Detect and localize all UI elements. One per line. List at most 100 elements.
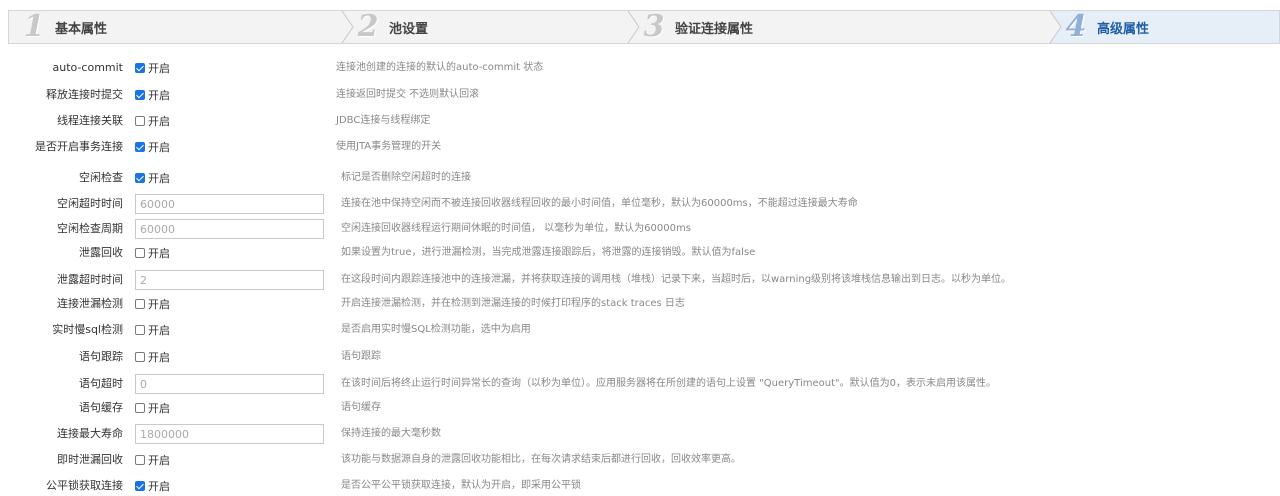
checkbox-control[interactable]: 开启 [135, 137, 170, 157]
field-label: 即时泄漏回收 [57, 453, 123, 466]
field-description: 是否启用实时慢SQL检测功能，选中为启用 [341, 324, 531, 335]
checkbox-unchecked-icon[interactable] [135, 455, 145, 465]
field-description: 标记是否删除空闲超时的连接 [341, 172, 471, 183]
checkbox-control[interactable]: 开启 [135, 294, 170, 314]
step-label: 高级属性 [1097, 21, 1150, 37]
step-advanced[interactable]: 4 高级属性 [1049, 11, 1279, 43]
field-description: 该功能与数据源自身的泄露回收功能相比，在每次请求结束后都进行回收，回收效率更高。 [341, 454, 741, 465]
form-row: auto-commit 开启 连接池创建的连接的默认的auto-commit 状态 [0, 58, 1280, 78]
field-description: 语句缓存 [341, 402, 381, 413]
step-number: 4 [1065, 9, 1087, 44]
step-divider-icon [1049, 11, 1062, 43]
field-description: 是否公平公平锁获取连接，默认为开启，即采用公平锁 [341, 480, 581, 491]
field-label: 公平锁获取连接 [46, 479, 123, 492]
value-input[interactable] [135, 374, 324, 394]
field-label: 实时慢sql检测 [52, 323, 123, 336]
form-row: 线程连接关联 开启 JDBC连接与线程绑定 [0, 111, 1280, 131]
input-control [135, 194, 324, 214]
step-pool[interactable]: 2 池设置 [355, 11, 627, 43]
value-input[interactable] [135, 194, 324, 214]
step-number: 2 [357, 9, 379, 44]
field-description: 如果设置为true，进行泄漏检测，当完成泄露连接跟踪后，将泄露的连接销毁。默认值… [341, 247, 756, 258]
checkbox-control[interactable]: 开启 [135, 58, 170, 78]
checkbox-label: 开启 [148, 62, 170, 75]
field-description: 连接返回时提交 不选则默认回滚 [336, 89, 480, 100]
checkbox-checked-icon[interactable] [135, 481, 145, 491]
value-input[interactable] [135, 219, 324, 239]
checkbox-control[interactable]: 开启 [135, 111, 170, 131]
form-row: 空闲检查周期 空闲连接回收器线程运行期间休眠的时间值， 以毫秒为单位，默认为600… [0, 219, 1280, 239]
field-description: 保持连接的最大毫秒数 [341, 428, 441, 439]
checkbox-checked-icon[interactable] [135, 173, 145, 183]
field-label: 是否开启事务连接 [35, 140, 123, 153]
field-description: JDBC连接与线程绑定 [336, 115, 431, 126]
form-row: 实时慢sql检测 开启 是否启用实时慢SQL检测功能，选中为启用 [0, 320, 1280, 340]
checkbox-unchecked-icon[interactable] [135, 352, 145, 362]
checkbox-control[interactable]: 开启 [135, 476, 170, 496]
form-row: 泄露超时时间 在这段时间内跟踪连接池中的连接泄漏，并将获取连接的调用栈（堆栈）记录… [0, 270, 1280, 290]
form-row: 空闲超时时间 连接在池中保持空闲而不被连接回收器线程回收的最小时间值，单位毫秒，默… [0, 194, 1280, 214]
form-row: 是否开启事务连接 开启 使用JTA事务管理的开关 [0, 137, 1280, 157]
field-description: 在这段时间内跟踪连接池中的连接泄漏，并将获取连接的调用栈（堆栈）记录下来，当超时… [341, 274, 1012, 285]
form-row: 泄露回收 开启 如果设置为true，进行泄漏检测，当完成泄露连接跟踪后，将泄露的连接… [0, 243, 1280, 263]
checkbox-label: 开启 [148, 298, 170, 311]
field-label: 线程连接关联 [57, 114, 123, 127]
checkbox-label: 开启 [148, 247, 170, 260]
form-row: 语句缓存 开启 语句缓存 [0, 398, 1280, 418]
checkbox-control[interactable]: 开启 [135, 243, 170, 263]
checkbox-checked-icon[interactable] [135, 142, 145, 152]
form-row: 公平锁获取连接 开启 是否公平公平锁获取连接，默认为开启，即采用公平锁 [0, 476, 1280, 496]
field-description: 使用JTA事务管理的开关 [336, 141, 442, 152]
step-basic[interactable]: 1 基本属性 [9, 11, 341, 43]
form-row: 即时泄漏回收 开启 该功能与数据源自身的泄露回收功能相比，在每次请求结束后都进行回收… [0, 450, 1280, 470]
step-number: 1 [23, 9, 45, 44]
field-description: 空闲连接回收器线程运行期间休眠的时间值， 以毫秒为单位，默认为60000ms [341, 223, 691, 234]
field-label: 泄露超时时间 [57, 273, 123, 286]
field-description: 连接在池中保持空闲而不被连接回收器线程回收的最小时间值，单位毫秒，默认为6000… [341, 198, 858, 209]
field-label: 连接最大寿命 [57, 427, 123, 440]
form-row: 释放连接时提交 开启 连接返回时提交 不选则默认回滚 [0, 85, 1280, 105]
field-description: 连接池创建的连接的默认的auto-commit 状态 [336, 62, 544, 73]
checkbox-label: 开启 [148, 351, 170, 364]
input-control [135, 374, 324, 394]
checkbox-unchecked-icon[interactable] [135, 248, 145, 258]
checkbox-label: 开启 [148, 402, 170, 415]
field-label: auto-commit [52, 61, 123, 74]
form-row: 连接泄漏检测 开启 开启连接泄漏检测，并在检测到泄漏连接的时候打印程序的stack … [0, 294, 1280, 314]
field-label: 空闲检查周期 [57, 222, 123, 235]
field-label: 泄露回收 [79, 246, 123, 259]
step-label: 验证连接属性 [675, 21, 754, 37]
checkbox-control[interactable]: 开启 [135, 320, 170, 340]
checkbox-label: 开启 [148, 115, 170, 128]
field-label: 释放连接时提交 [46, 88, 123, 101]
field-label: 语句超时 [79, 377, 123, 390]
checkbox-unchecked-icon[interactable] [135, 299, 145, 309]
input-control [135, 219, 324, 239]
checkbox-control[interactable]: 开启 [135, 168, 170, 188]
value-input[interactable] [135, 424, 324, 444]
checkbox-unchecked-icon[interactable] [135, 116, 145, 126]
checkbox-checked-icon[interactable] [135, 63, 145, 73]
checkbox-label: 开启 [148, 324, 170, 337]
checkbox-label: 开启 [148, 480, 170, 493]
input-control [135, 270, 324, 290]
checkbox-label: 开启 [148, 141, 170, 154]
checkbox-control[interactable]: 开启 [135, 398, 170, 418]
checkbox-checked-icon[interactable] [135, 90, 145, 100]
field-label: 连接泄漏检测 [57, 297, 123, 310]
checkbox-label: 开启 [148, 454, 170, 467]
step-label: 池设置 [389, 21, 429, 37]
step-validation[interactable]: 3 验证连接属性 [641, 11, 1049, 43]
checkbox-control[interactable]: 开启 [135, 85, 170, 105]
checkbox-unchecked-icon[interactable] [135, 403, 145, 413]
field-label: 空闲检查 [79, 171, 123, 184]
field-description: 开启连接泄漏检测，并在检测到泄漏连接的时候打印程序的stack traces 日… [341, 298, 685, 309]
field-label: 空闲超时时间 [57, 197, 123, 210]
checkbox-unchecked-icon[interactable] [135, 325, 145, 335]
step-number: 3 [643, 9, 665, 44]
checkbox-control[interactable]: 开启 [135, 347, 170, 367]
value-input[interactable] [135, 270, 324, 290]
step-divider-icon [627, 11, 640, 43]
checkbox-control[interactable]: 开启 [135, 450, 170, 470]
checkbox-label: 开启 [148, 172, 170, 185]
